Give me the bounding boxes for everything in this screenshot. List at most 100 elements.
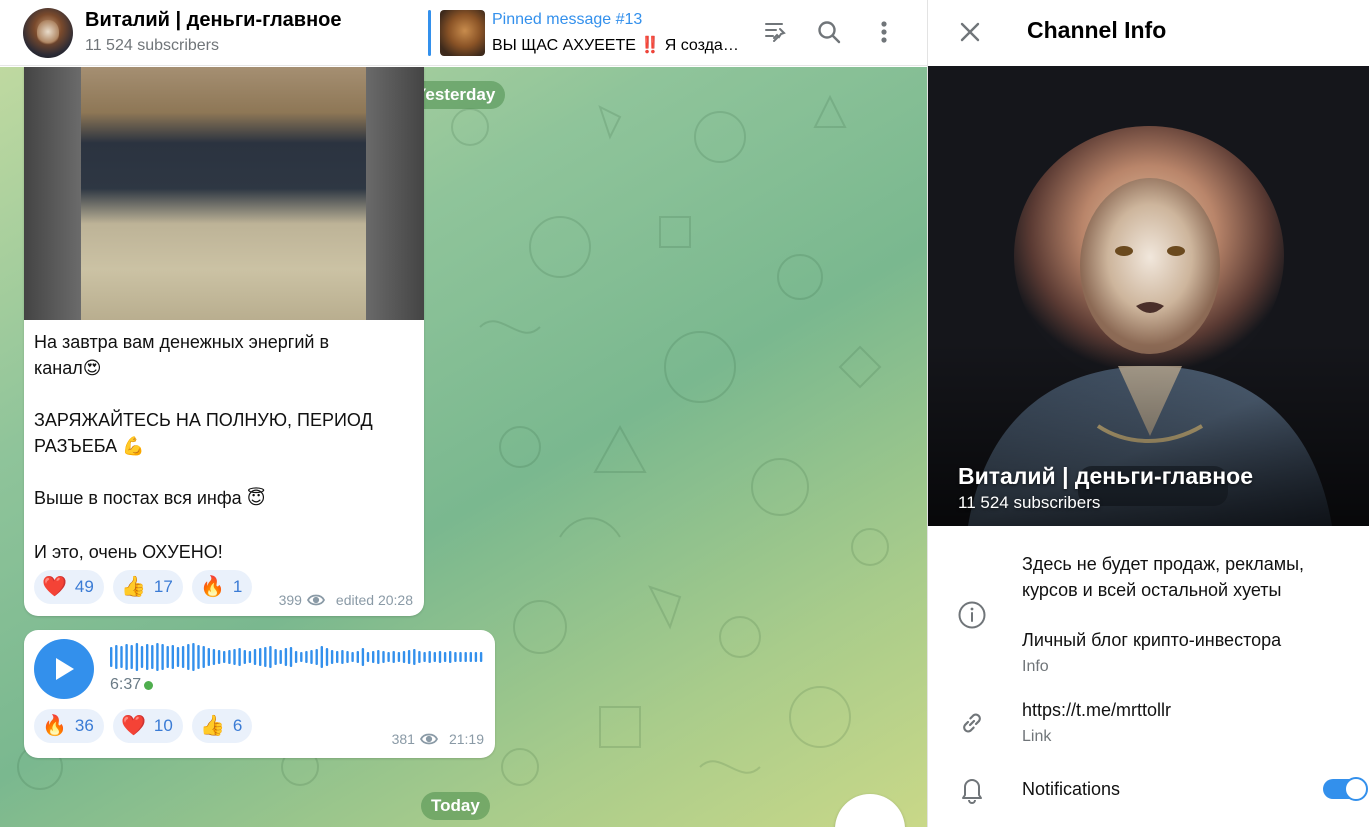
play-button[interactable] [34,639,94,699]
message-line: На завтра вам денежных энергий в [34,332,330,352]
waveform-bar [274,649,277,665]
waveform-bar [469,652,472,662]
waveform-bar [397,652,401,662]
waveform-bar [428,651,431,663]
waveform-bar [243,650,246,664]
waveform-bar [392,651,395,663]
channel-avatar[interactable] [23,8,73,58]
reaction-thumbs-up[interactable]: 👍 17 [113,570,183,604]
voice-duration: 6:37 [110,676,154,694]
channel-subscribers: 11 524 subscribers [85,37,219,54]
waveform-bar [443,652,447,662]
waveform-bar [217,650,221,664]
link-icon [956,707,988,739]
unpin-icon[interactable] [756,14,792,50]
waveform-bar [449,651,452,663]
waveform-bar [284,648,288,666]
channel-title[interactable]: Виталий | деньги-главное [85,9,342,32]
channel-info-panel: Channel Info Виталий | деньги-главное 11… [927,0,1369,827]
pinned-text: ВЫ ЩАС АХУЕЕТЕ ‼️ Я создал… [492,37,740,54]
waveform-bar [407,650,411,664]
duration-text: 6:37 [110,676,142,693]
waveform-bar [438,651,442,663]
close-icon[interactable] [958,20,982,49]
voice-waveform[interactable] [110,642,485,672]
waveform-bar [346,651,349,663]
channel-photo[interactable]: Виталий | деньги-главное 11 524 subscrib… [928,66,1369,526]
waveform-bar [156,643,159,671]
waveform-bar [151,645,154,669]
description-line: Здесь не будет продаж, рекламы, [1022,554,1305,574]
pinned-thumbnail [440,10,485,56]
info-label: Info [1022,658,1049,675]
waveform-bar [197,645,200,669]
post-photo[interactable] [24,67,424,320]
waveform-bar [238,648,241,666]
reaction-count: 10 [153,716,173,735]
waveform-bar [135,643,139,671]
chat-area[interactable]: Yesterday На завтра вам денежных энергий… [0,67,927,827]
message-line: И это, очень ОХУЕНО! [34,542,223,562]
message-post-photo[interactable]: На завтра вам денежных энергий в канал😍 … [24,67,424,616]
waveform-bar [330,650,334,664]
reaction-count: 1 [232,577,243,596]
eye-icon [306,594,325,606]
waveform-bar [228,650,231,664]
reaction-count: 17 [153,577,173,596]
pinned-title: Pinned message #13 [492,11,643,28]
reaction-thumbs-up[interactable]: 👍 6 [192,709,253,743]
reaction-count: 36 [74,716,94,735]
waveform-bar [320,646,323,668]
waveform-bar [289,647,293,667]
message-time: 21:19 [448,731,484,747]
info-icon [956,599,988,631]
waveform-bar [382,651,385,663]
waveform-bar [233,649,236,665]
reaction-heart[interactable]: ❤️ 10 [113,709,183,743]
waveform-bar [192,643,195,671]
waveform-bar [372,651,375,663]
photo-side-left [24,67,81,320]
more-vertical-icon[interactable] [866,14,902,50]
waveform-bar [140,646,144,668]
waveform-bar [115,645,118,669]
date-separator-today: Today [421,792,490,820]
waveform-bar [176,647,180,667]
view-count: 399 [278,592,302,608]
waveform-bar [212,649,216,665]
reaction-fire[interactable]: 🔥 36 [34,709,104,743]
heart-emoji: ❤️ [121,715,146,737]
message-line: канал😍 [34,358,102,378]
waveform-bar [202,646,205,668]
pinned-indicator [428,10,431,56]
waveform-bar [423,652,426,662]
waveform-bar [418,651,421,663]
waveform-bar [387,652,390,662]
reaction-count: 49 [74,577,94,596]
notifications-toggle[interactable] [1323,777,1368,801]
reaction-heart[interactable]: ❤️ 49 [34,570,104,604]
hero-subscribers: 11 524 subscribers [958,493,1101,512]
waveform-bar [433,652,436,662]
notifications-label: Notifications [1022,779,1121,799]
message-line: Выше в постах вся инфа 😇 [34,488,266,508]
thumbs-up-emoji: 👍 [121,576,146,598]
waveform-bar [166,646,169,668]
channel-link[interactable]: https://t.me/mrttollr [1022,697,1171,723]
waveform-bar [479,652,483,662]
fire-emoji: 🔥 [200,576,225,598]
waveform-bar [207,648,210,666]
message-line: ЗАРЯЖАЙТЕСЬ НА ПОЛНУЮ, ПЕРИОД [34,410,373,430]
waveform-bar [259,648,262,666]
search-icon[interactable] [811,14,847,50]
waveform-bar [413,649,416,665]
waveform-bar [223,651,226,663]
message-voice[interactable]: 6:37 🔥 36 ❤️ 10 👍 6 381 21:19 [24,630,495,758]
message-meta: 399 edited 20:28 [279,592,413,608]
waveform-bar [336,651,339,663]
waveform-bar [125,644,128,670]
description-line: курсов и всей остальной хуеты [1022,580,1282,600]
waveform-bar [402,651,406,663]
hero-channel-title: Виталий | деньги-главное [958,463,1253,489]
reaction-fire[interactable]: 🔥 1 [192,570,253,604]
